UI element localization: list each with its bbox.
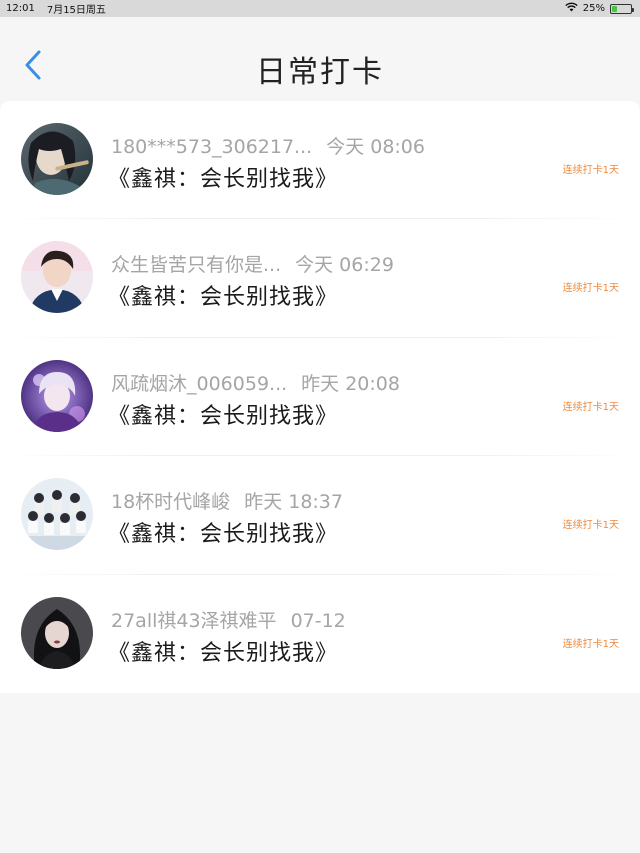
avatar[interactable] — [21, 241, 93, 314]
book-title: 《鑫祺：会长别找我》 — [108, 167, 339, 192]
streak-badge: 连续打卡1天 — [562, 165, 619, 176]
status-bar: 12:01 7月15日周五 25% — [0, 0, 640, 17]
username: 众生皆苦只有你是... — [111, 254, 282, 277]
username: 18杯时代峰峻 — [111, 491, 231, 514]
page-header: 日常打卡 — [0, 17, 640, 101]
avatar[interactable] — [21, 359, 93, 432]
status-left: 12:01 7月15日周五 — [6, 1, 106, 16]
status-right: 25% — [565, 2, 634, 15]
username: 27all祺43泽祺难平 — [111, 609, 277, 632]
avatar[interactable] — [21, 478, 93, 551]
battery-percent: 25% — [582, 3, 605, 14]
row-meta: 风疏烟沐_006059... 昨天 20:08 — [111, 369, 400, 396]
checkin-time: 昨天 20:08 — [301, 372, 400, 395]
checkin-list: 180***573_306217... 今天 08:06 《鑫祺：会长别找我》 … — [0, 101, 640, 693]
username: 180***573_306217... — [111, 136, 313, 158]
streak-badge: 连续打卡1天 — [562, 401, 619, 413]
battery-charging-icon — [610, 3, 634, 14]
checkin-row[interactable]: 众生皆苦只有你是... 今天 06:29 《鑫祺：会长别找我》 连续打卡1天 — [0, 219, 640, 339]
row-meta: 众生皆苦只有你是... 今天 06:29 — [111, 250, 394, 277]
book-title: 《鑫祺：会长别找我》 — [108, 403, 339, 429]
avatar[interactable] — [21, 123, 93, 195]
row-meta: 18杯时代峰峻 昨天 18:37 — [111, 487, 343, 514]
book-title: 《鑫祺：会长别找我》 — [108, 640, 339, 666]
streak-badge: 连续打卡1天 — [562, 520, 619, 532]
streak-badge: 连续打卡1天 — [562, 283, 619, 295]
avatar[interactable] — [21, 596, 93, 669]
streak-badge: 连续打卡1天 — [562, 638, 619, 650]
page-title: 日常打卡 — [256, 55, 384, 90]
checkin-time: 昨天 18:37 — [244, 491, 343, 514]
row-meta: 27all祺43泽祺难平 07-12 — [111, 606, 346, 633]
book-title: 《鑫祺：会长别找我》 — [108, 522, 339, 548]
username: 风疏烟沐_006059... — [111, 372, 288, 395]
checkin-time: 今天 08:06 — [326, 136, 425, 158]
row-meta: 180***573_306217... 今天 08:06 — [111, 132, 425, 159]
book-title: 《鑫祺：会长别找我》 — [108, 285, 339, 311]
checkin-time: 今天 06:29 — [295, 254, 394, 277]
status-date: 7月15日周五 — [46, 5, 106, 16]
wifi-icon — [565, 2, 578, 15]
checkin-row[interactable]: 18杯时代峰峻 昨天 18:37 《鑫祺：会长别找我》 连续打卡1天 — [0, 456, 640, 575]
checkin-row[interactable]: 180***573_306217... 今天 08:06 《鑫祺：会长别找我》 … — [0, 101, 640, 220]
checkin-row[interactable]: 风疏烟沐_006059... 昨天 20:08 《鑫祺：会长别找我》 连续打卡1… — [0, 338, 640, 457]
battery-fill — [612, 5, 617, 12]
checkin-time: 07-12 — [290, 609, 346, 632]
status-time: 12:01 — [6, 3, 35, 14]
checkin-row[interactable]: 27all祺43泽祺难平 07-12 《鑫祺：会长别找我》 连续打卡1天 — [0, 575, 640, 693]
